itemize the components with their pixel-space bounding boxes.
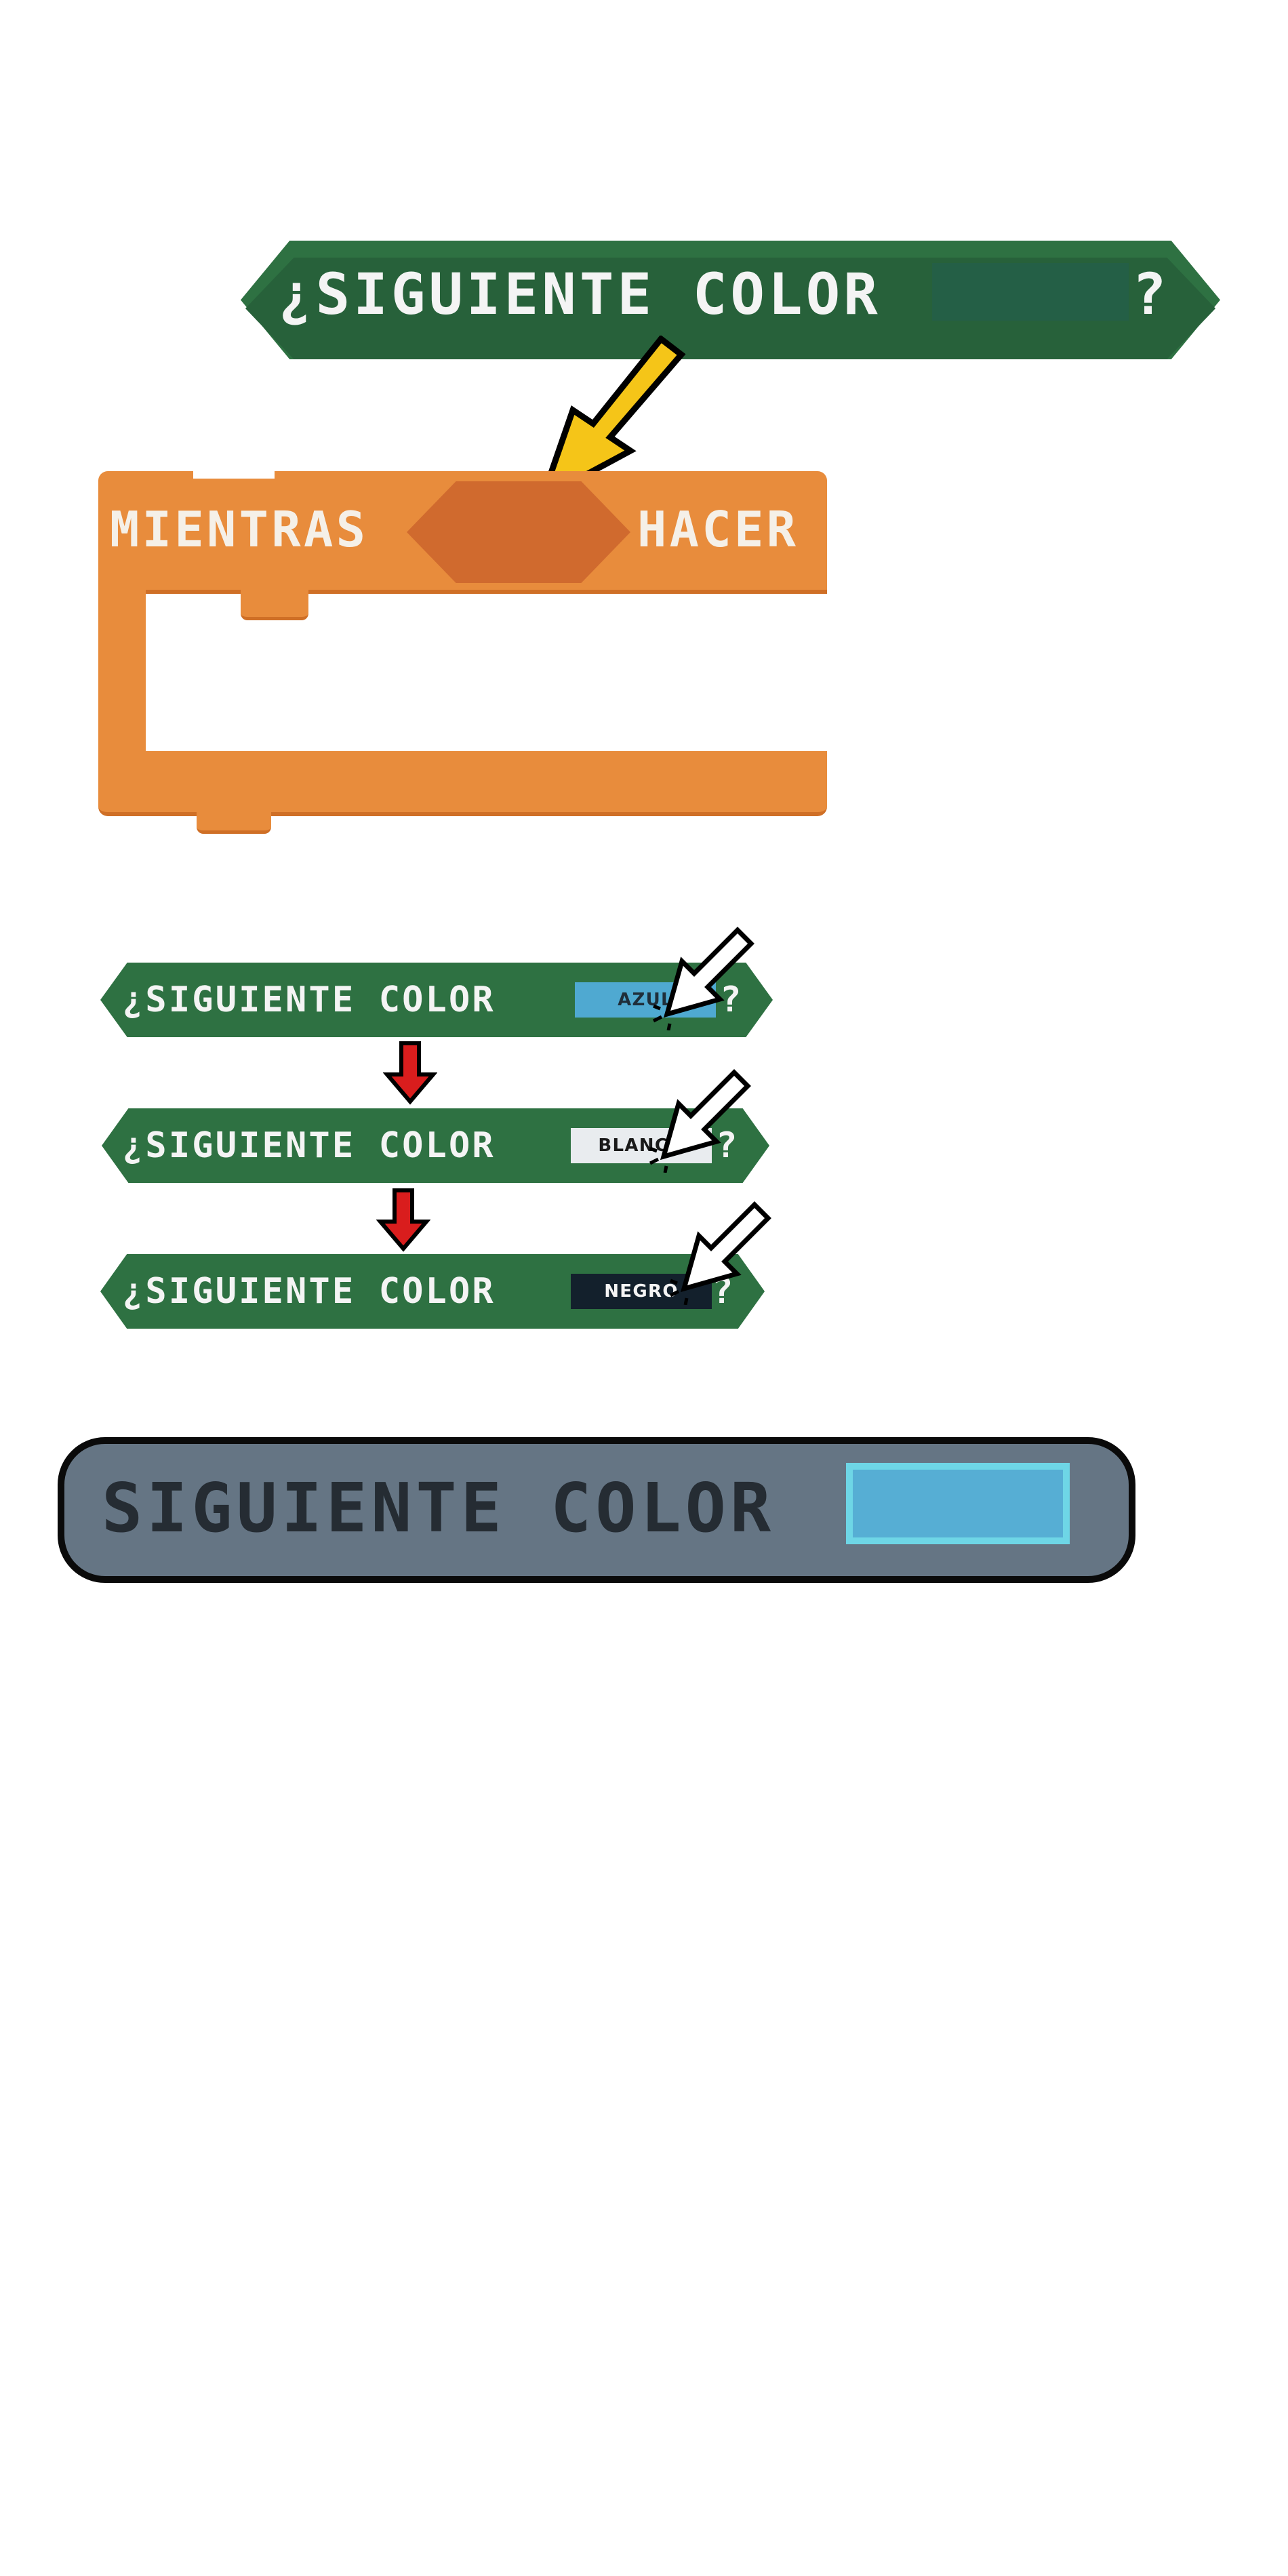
mouse-cursor-icon	[652, 927, 754, 1030]
next-color-block-grey-label: SIGUIENTE COLOR	[102, 1468, 776, 1548]
while-loop-bottom-notch	[197, 810, 271, 834]
while-loop-top-notch	[193, 468, 275, 479]
next-color-block-large-question-mark: ?	[1132, 261, 1170, 327]
while-loop-side-bar	[98, 590, 146, 759]
next-color-block-label: ¿SIGUIENTE COLOR	[122, 1125, 496, 1166]
next-color-block-large-label: ¿SIGUIENTE COLOR	[278, 261, 881, 327]
while-loop-footer[interactable]	[98, 751, 827, 816]
mouse-cursor-icon	[649, 1069, 751, 1173]
next-color-block-label: ¿SIGUIENTE COLOR	[122, 1271, 496, 1312]
next-color-block-grey-slot[interactable]	[846, 1463, 1070, 1544]
next-color-block-label: ¿SIGUIENTE COLOR	[122, 980, 496, 1020]
mouse-cursor-icon	[669, 1201, 771, 1305]
while-loop-inner-notch	[241, 590, 308, 620]
while-label: MIENTRAS	[110, 501, 369, 558]
down-arrow-icon	[383, 1041, 437, 1105]
down-arrow-icon	[376, 1188, 430, 1252]
do-label: HACER	[637, 501, 799, 558]
next-color-block-large-slot[interactable]	[932, 263, 1129, 321]
